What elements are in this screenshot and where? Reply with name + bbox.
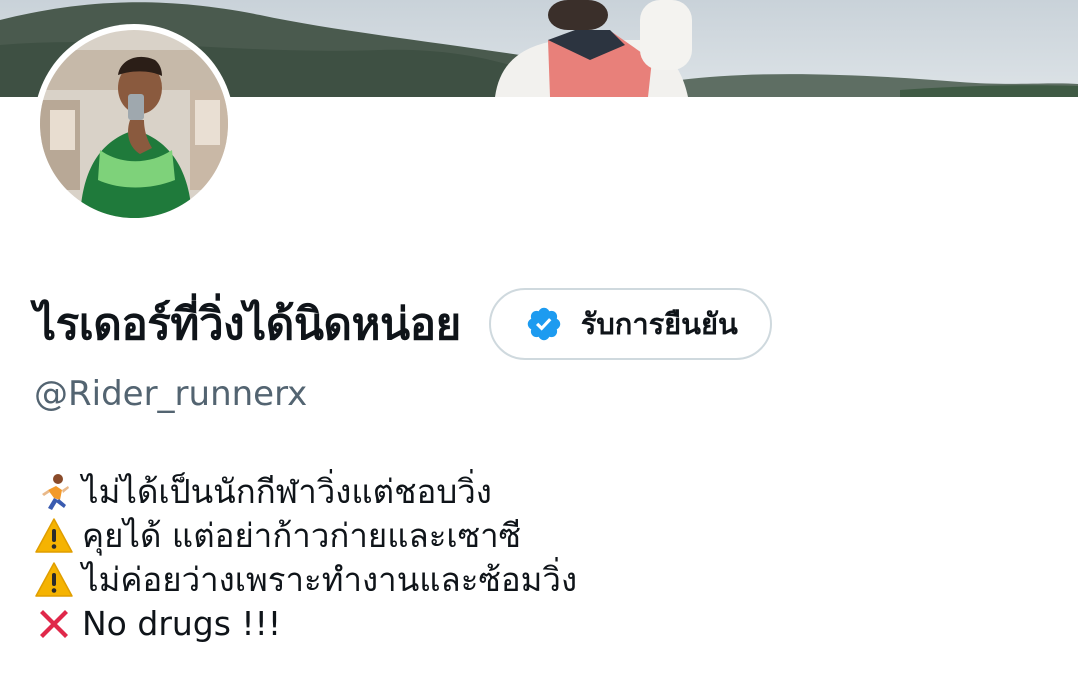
bio-line: คุยได้ แต่อย่าก้าวก่ายและเซาซี <box>34 514 577 558</box>
profile-page: ไรเดอร์ที่วิ่งได้นิดหน่อย รับการยืนยัน @… <box>0 0 1078 689</box>
runner-emoji-icon <box>34 472 78 512</box>
profile-name-row: ไรเดอร์ที่วิ่งได้นิดหน่อย รับการยืนยัน <box>34 284 772 364</box>
cross-mark-emoji-icon <box>34 604 78 644</box>
bio-text: ไม่ได้เป็นนักกีฬาวิ่งแต่ชอบวิ่ง <box>82 472 492 511</box>
bio-text: No drugs !!! <box>82 604 282 643</box>
avatar-image <box>40 30 228 218</box>
get-verified-label: รับการยืนยัน <box>580 307 738 341</box>
profile-bio: ไม่ได้เป็นนักกีฬาวิ่งแต่ชอบวิ่ง คุยได้ แ… <box>34 470 577 646</box>
warning-emoji-icon <box>34 560 78 600</box>
get-verified-button[interactable]: รับการยืนยัน <box>488 288 772 360</box>
bio-line: ไม่ได้เป็นนักกีฬาวิ่งแต่ชอบวิ่ง <box>34 470 577 514</box>
bio-line: ไม่ค่อยว่างเพราะทำงานและซ้อมวิ่ง <box>34 558 577 602</box>
bio-line: No drugs !!! <box>34 602 577 646</box>
display-name: ไรเดอร์ที่วิ่งได้นิดหน่อย <box>34 299 461 350</box>
bio-text: ไม่ค่อยว่างเพราะทำงานและซ้อมวิ่ง <box>82 560 578 599</box>
profile-avatar[interactable] <box>34 24 234 224</box>
bio-text: คุยได้ แต่อย่าก้าวก่ายและเซาซี <box>82 516 522 555</box>
warning-emoji-icon <box>34 516 78 556</box>
verified-badge-icon <box>525 305 563 343</box>
profile-handle: @Rider_runnerx <box>34 374 308 414</box>
